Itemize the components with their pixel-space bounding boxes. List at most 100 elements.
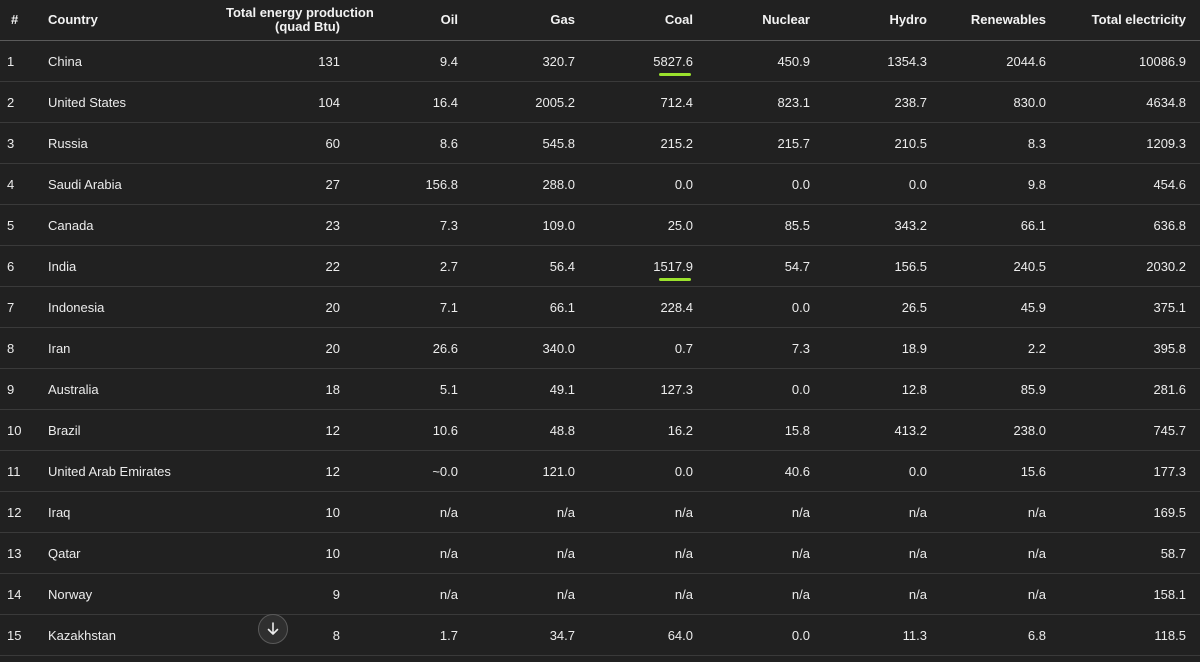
cell-gas: 121.0	[472, 450, 589, 492]
cell-gas: 320.7	[472, 40, 589, 82]
cell-nuclear: 215.7	[707, 122, 824, 164]
cell-country: China	[36, 40, 226, 82]
cell-rank: 6	[0, 245, 36, 287]
cell-oil: 10.6	[354, 409, 472, 451]
cell-rank: 1	[0, 40, 36, 82]
cell-oil: n/a	[354, 573, 472, 615]
cell-nuclear: 0.0	[707, 614, 824, 656]
cell-coal: 0.0	[589, 163, 707, 205]
cell-renewables: 9.8	[941, 163, 1060, 205]
cell-hydro: 156.5	[824, 245, 941, 287]
header-total-energy: Total energy production (quad Btu)	[226, 0, 374, 41]
cell-oil: 26.6	[354, 327, 472, 369]
cell-hydro: 413.2	[824, 409, 941, 451]
cell-total-electricity: 4634.8	[1060, 81, 1200, 123]
cell-nuclear: n/a	[707, 532, 824, 574]
table-row: 10 Brazil 12 10.6 48.8 16.2 15.8 413.2 238.0 745.…	[0, 409, 1200, 451]
cell-coal: 64.0	[589, 614, 707, 656]
cell-coal: n/a	[589, 573, 707, 615]
cell-hydro: 12.8	[824, 368, 941, 410]
cell-country: India	[36, 245, 226, 287]
highlight-underline	[659, 277, 691, 281]
cell-country: Norway	[36, 573, 226, 615]
cell-coal: 127.3	[589, 368, 707, 410]
cell-total-electricity: 158.1	[1060, 573, 1200, 615]
cell-gas: 545.8	[472, 122, 589, 164]
highlighted-value-text: 5827.6	[653, 53, 693, 69]
cell-total-electricity: 636.8	[1060, 204, 1200, 246]
cell-country: Kazakhstan	[36, 614, 226, 656]
cell-oil: 2.7	[354, 245, 472, 287]
cell-total-electricity: 10086.9	[1060, 40, 1200, 82]
cell-total-electricity: 281.6	[1060, 368, 1200, 410]
cell-total-electricity: 745.7	[1060, 409, 1200, 451]
cell-gas: 340.0	[472, 327, 589, 369]
cell-coal: 25.0	[589, 204, 707, 246]
cell-gas: 48.8	[472, 409, 589, 451]
cell-total-energy: 8	[226, 614, 354, 656]
cell-nuclear: 15.8	[707, 409, 824, 451]
cell-rank: 11	[0, 450, 36, 492]
header-nuclear: Nuclear	[707, 0, 824, 41]
cell-total-electricity: 177.3	[1060, 450, 1200, 492]
cell-hydro: 18.9	[824, 327, 941, 369]
cell-gas: 288.0	[472, 163, 589, 205]
cell-coal: 16.2	[589, 409, 707, 451]
cell-total-energy: 12	[226, 450, 354, 492]
cell-rank: 4	[0, 163, 36, 205]
cell-renewables: 15.6	[941, 450, 1060, 492]
header-total-line1: Total energy production	[226, 5, 374, 20]
header-country: Country	[36, 0, 226, 41]
cell-total-energy: 10	[226, 532, 354, 574]
header-rank: #	[0, 0, 36, 41]
cell-country: Australia	[36, 368, 226, 410]
table-row: 7 Indonesia 20 7.1 66.1 228.4 0.0 26.5 45.9 375.1	[0, 286, 1200, 328]
header-total-electricity: Total electricity	[1060, 0, 1200, 41]
cell-total-electricity: 118.5	[1060, 614, 1200, 656]
cell-country: Russia	[36, 122, 226, 164]
cell-oil: 7.1	[354, 286, 472, 328]
cell-nuclear: 40.6	[707, 450, 824, 492]
cell-gas: 66.1	[472, 286, 589, 328]
cell-gas: 49.1	[472, 368, 589, 410]
cell-country: Indonesia	[36, 286, 226, 328]
table-row: 3 Russia 60 8.6 545.8 215.2 215.7 210.5 8.3 1209.…	[0, 122, 1200, 164]
energy-table: # Country Total energy production (quad …	[0, 0, 1200, 656]
cell-total-electricity: 395.8	[1060, 327, 1200, 369]
cell-oil: 8.6	[354, 122, 472, 164]
table-header: # Country Total energy production (quad …	[0, 0, 1200, 41]
cell-renewables: 66.1	[941, 204, 1060, 246]
table-body: 1 China 131 9.4 320.7 5827.6 450.9 1354.3 2044.6…	[0, 40, 1200, 656]
cell-renewables: 830.0	[941, 81, 1060, 123]
cell-total-energy: 60	[226, 122, 354, 164]
table-row: 1 China 131 9.4 320.7 5827.6 450.9 1354.3 2044.6…	[0, 40, 1200, 82]
table-row: 9 Australia 18 5.1 49.1 127.3 0.0 12.8 85.9 281.6	[0, 368, 1200, 410]
cell-oil: n/a	[354, 491, 472, 533]
cell-total-energy: 12	[226, 409, 354, 451]
cell-country: Iran	[36, 327, 226, 369]
table-row: 11 United Arab Emirates 12 ~0.0 121.0 0.0 40.6…	[0, 450, 1200, 492]
cell-country: Canada	[36, 204, 226, 246]
highlighted-value: 1517.9	[653, 259, 693, 281]
scroll-down-button[interactable]	[258, 614, 288, 644]
cell-renewables: n/a	[941, 491, 1060, 533]
cell-renewables: n/a	[941, 532, 1060, 574]
cell-rank: 10	[0, 409, 36, 451]
cell-oil: 9.4	[354, 40, 472, 82]
table-row: 8 Iran 20 26.6 340.0 0.7 7.3 18.9 2.2 395.8	[0, 327, 1200, 369]
cell-hydro: 26.5	[824, 286, 941, 328]
header-row: # Country Total energy production (quad …	[0, 0, 1200, 41]
cell-total-energy: 20	[226, 286, 354, 328]
cell-rank: 12	[0, 491, 36, 533]
cell-nuclear: 0.0	[707, 163, 824, 205]
cell-coal: 5827.6	[589, 40, 707, 82]
cell-country: Qatar	[36, 532, 226, 574]
cell-total-energy: 9	[226, 573, 354, 615]
cell-rank: 7	[0, 286, 36, 328]
cell-nuclear: 450.9	[707, 40, 824, 82]
cell-gas: 2005.2	[472, 81, 589, 123]
table-row: 2 United States 104 16.4 2005.2 712.4 823.1 238…	[0, 81, 1200, 123]
cell-renewables: 2.2	[941, 327, 1060, 369]
cell-oil: ~0.0	[354, 450, 472, 492]
cell-hydro: 11.3	[824, 614, 941, 656]
